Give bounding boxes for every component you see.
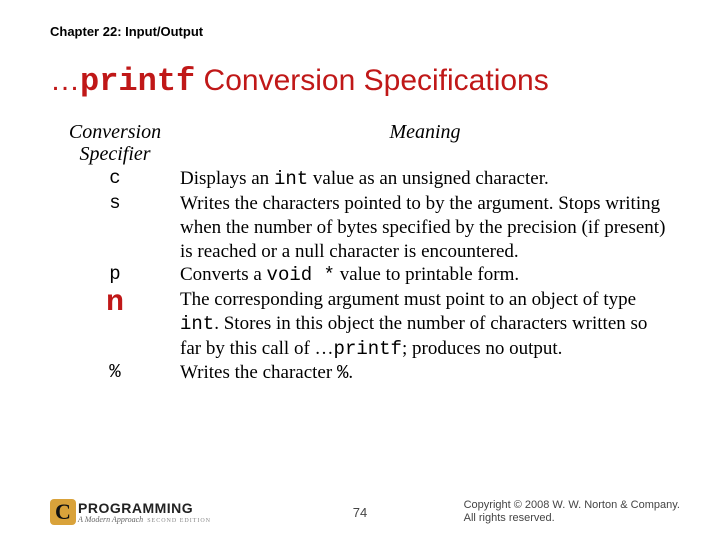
conversion-table: Conversion Specifier Meaning c Displays a… [50, 121, 680, 386]
header-meaning: Meaning [389, 121, 460, 143]
meaning-cell: Writes the character %. [180, 361, 680, 386]
table-header-row: Conversion Specifier Meaning [50, 121, 680, 167]
text-inline: The corresponding argument must point to… [180, 289, 636, 310]
logo-text: PROGRAMMING A Modern Approach SECOND EDI… [78, 501, 211, 524]
table-row: c Displays an int value as an unsigned ch… [50, 167, 680, 192]
spec-cell: s [50, 192, 180, 214]
conversion-specifier: % [109, 361, 120, 383]
spec-cell: c [50, 167, 180, 189]
logo-programming: PROGRAMMING [78, 501, 211, 515]
conversion-specifier: s [109, 192, 120, 214]
meaning-cell: Writes the characters pointed to by the … [180, 192, 680, 263]
footer: C PROGRAMMING A Modern Approach SECOND E… [0, 499, 720, 527]
text-inline: Writes the character [180, 362, 337, 383]
conversion-specifier: p [109, 263, 120, 285]
text-inline: value to printable form. [335, 264, 519, 285]
code-inline: % [337, 362, 348, 384]
table-row: n The corresponding argument must point t… [50, 288, 680, 361]
table-body: c Displays an int value as an unsigned ch… [50, 167, 680, 386]
slide: Chapter 22: Input/Output …printf Convers… [0, 0, 720, 540]
text-inline: Converts a [180, 264, 267, 285]
meaning-cell: Displays an int value as an unsigned cha… [180, 167, 680, 192]
logo-edition: SECOND EDITION [147, 518, 211, 524]
book-logo: C PROGRAMMING A Modern Approach SECOND E… [50, 499, 211, 525]
text-inline: Writes the characters pointed to by the … [180, 193, 665, 262]
header-mean-cell: Meaning [180, 121, 680, 143]
header-spec: Conversion Specifier [50, 121, 180, 165]
logo-c-badge: C [50, 499, 76, 525]
table-row: %Writes the character %. [50, 361, 680, 386]
table-row: p Converts a void * value to printable fo… [50, 263, 680, 288]
conversion-specifier: n [106, 286, 124, 320]
code-inline: int [274, 168, 308, 190]
spec-cell: n [50, 288, 180, 318]
text-inline: value as an unsigned character. [308, 168, 549, 189]
copyright-line-1: Copyright © 2008 W. W. Norton & Company. [464, 499, 680, 513]
conversion-specifier: c [109, 167, 120, 189]
title-mono: printf [80, 63, 195, 100]
table-row: s Writes the characters pointed to by the… [50, 192, 680, 263]
code-inline: printf [334, 338, 402, 360]
meaning-cell: Converts a void * value to printable for… [180, 263, 680, 288]
code-inline: int [180, 313, 214, 335]
copyright-line-2: All rights reserved. [464, 512, 680, 526]
spec-cell: p [50, 263, 180, 285]
page-number: 74 [353, 505, 367, 520]
copyright: Copyright © 2008 W. W. Norton & Company.… [464, 499, 680, 527]
text-inline: Displays an [180, 168, 274, 189]
text-inline: . [348, 362, 353, 383]
slide-title: …printf Conversion Specifications [50, 63, 680, 101]
title-rest: Conversion Specifications [195, 64, 549, 97]
meaning-cell: The corresponding argument must point to… [180, 288, 680, 361]
spec-cell: % [50, 361, 180, 383]
code-inline: void * [267, 264, 335, 286]
chapter-label: Chapter 22: Input/Output [50, 24, 680, 39]
header-spec-cell: Conversion Specifier [50, 121, 180, 167]
logo-subtitle: A Modern Approach [78, 516, 143, 524]
text-inline: ; produces no output. [402, 338, 562, 359]
title-prefix: … [50, 64, 80, 97]
